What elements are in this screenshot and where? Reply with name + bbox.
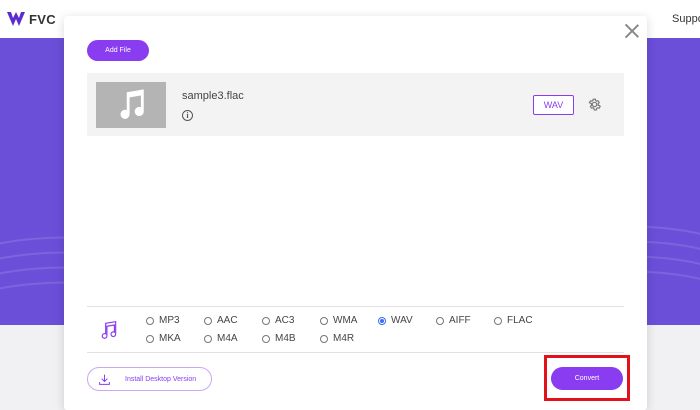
format-option-flac[interactable]: FLAC xyxy=(494,315,533,326)
format-option-aac[interactable]: AAC xyxy=(204,315,238,326)
format-option-m4b[interactable]: M4B xyxy=(262,333,296,344)
install-desktop-button[interactable]: Install Desktop Version xyxy=(87,367,212,391)
format-option-wav[interactable]: WAV xyxy=(378,315,413,326)
install-desktop-label: Install Desktop Version xyxy=(125,375,197,383)
radio[interactable] xyxy=(320,334,328,343)
formats-divider-top xyxy=(87,306,624,307)
format-option-mka[interactable]: MKA xyxy=(146,333,181,344)
radio[interactable] xyxy=(262,316,270,325)
music-note-icon xyxy=(101,320,117,339)
radio[interactable] xyxy=(494,316,502,325)
radio[interactable] xyxy=(436,316,444,325)
file-name: sample3.flac xyxy=(182,90,244,102)
radio[interactable] xyxy=(204,316,212,325)
converter-dialog: Add File sample3.flac i WAV MP3 AAC AC3 … xyxy=(64,16,647,410)
format-option-mp3[interactable]: MP3 xyxy=(146,315,180,326)
format-option-aiff[interactable]: AIFF xyxy=(436,315,471,326)
file-thumbnail xyxy=(96,82,166,128)
brand[interactable]: FVC xyxy=(6,9,56,29)
file-row: sample3.flac i WAV xyxy=(87,73,624,136)
add-file-button[interactable]: Add File xyxy=(87,40,149,61)
music-note-icon xyxy=(120,89,144,119)
radio[interactable] xyxy=(320,316,328,325)
radio[interactable] xyxy=(146,316,154,325)
formats-divider-bottom xyxy=(87,352,624,353)
radio[interactable] xyxy=(262,334,270,343)
download-icon xyxy=(99,374,110,385)
fvc-logo-icon xyxy=(7,12,25,26)
format-option-ac3[interactable]: AC3 xyxy=(262,315,294,326)
radio[interactable] xyxy=(146,334,154,343)
info-icon[interactable]: i xyxy=(182,110,193,121)
close-icon[interactable] xyxy=(624,23,640,39)
convert-button[interactable]: Convert xyxy=(551,367,623,390)
format-option-wma[interactable]: WMA xyxy=(320,315,357,326)
radio[interactable] xyxy=(204,334,212,343)
radio-selected[interactable] xyxy=(378,316,386,325)
output-format-button[interactable]: WAV xyxy=(533,95,574,115)
nav-support-link[interactable]: Suppo xyxy=(672,13,700,25)
format-option-m4a[interactable]: M4A xyxy=(204,333,238,344)
gear-icon[interactable] xyxy=(587,97,602,112)
format-option-m4r[interactable]: M4R xyxy=(320,333,354,344)
brand-name: FVC xyxy=(29,11,56,27)
